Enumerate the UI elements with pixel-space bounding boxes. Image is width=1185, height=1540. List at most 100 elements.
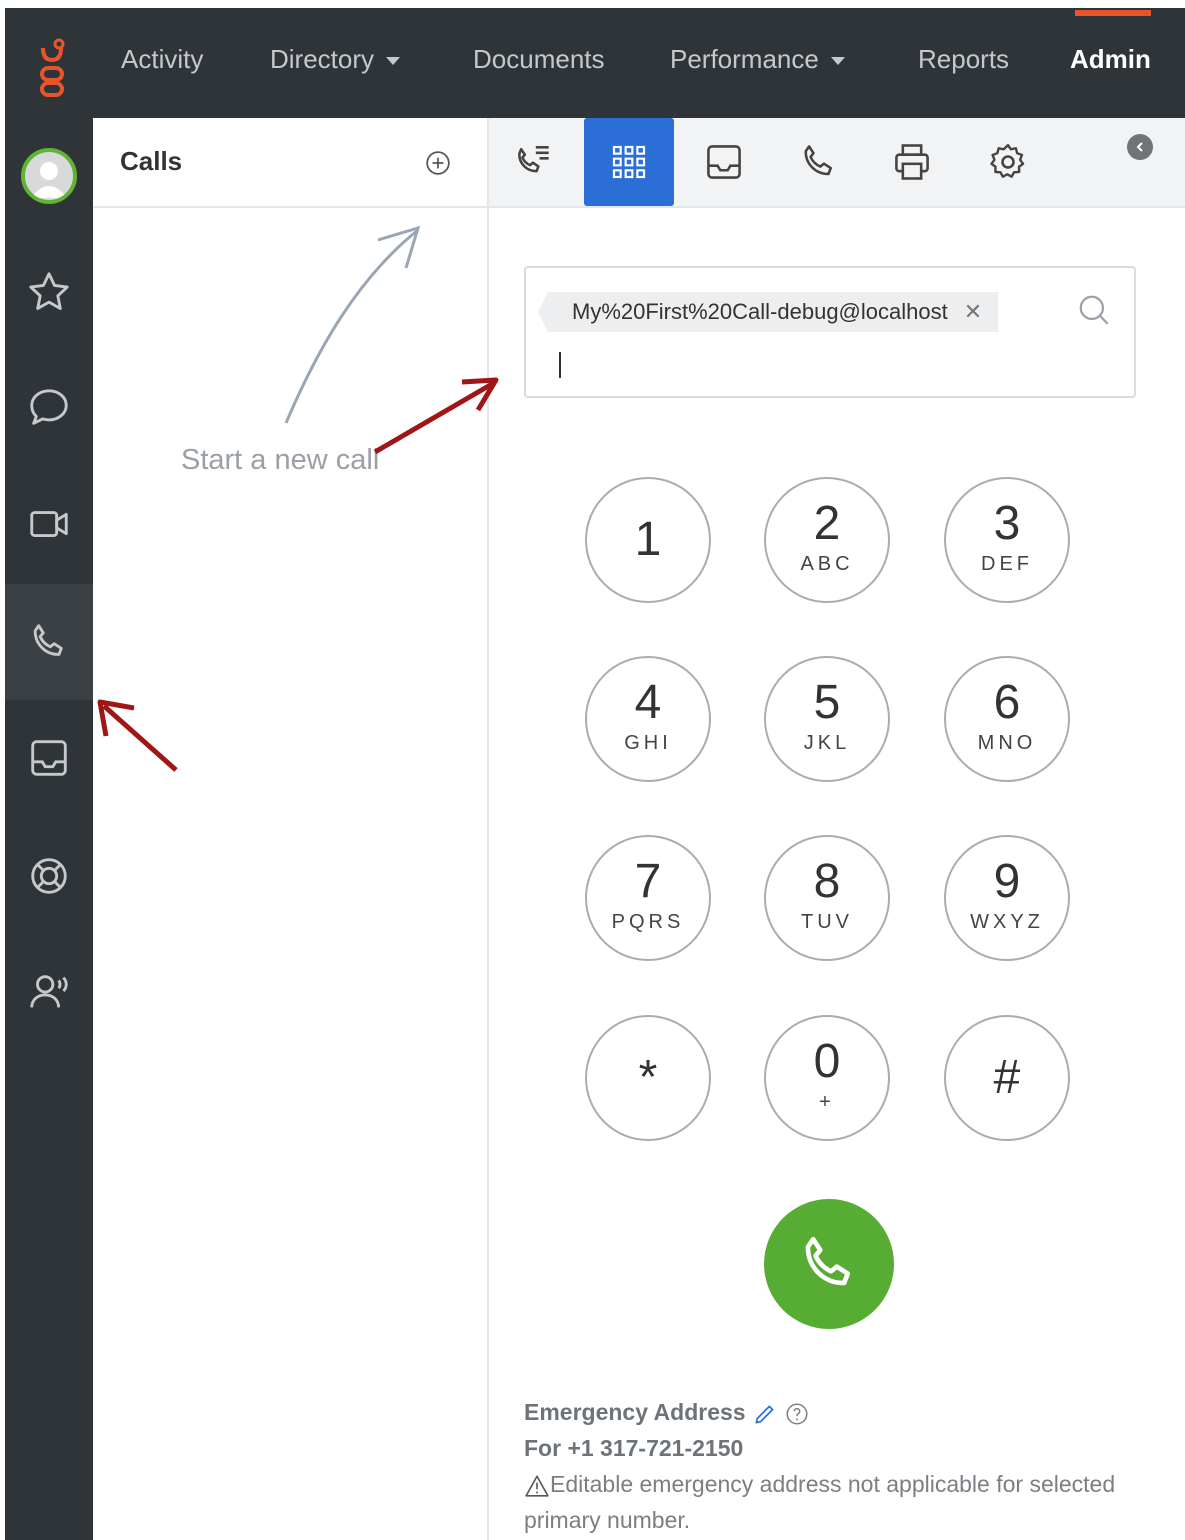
hint-arrow-graphic	[284, 225, 421, 424]
emergency-address-title: Emergency Address	[524, 1399, 746, 1425]
calls-button[interactable]	[5, 584, 93, 700]
dialpad-key[interactable]: 7 PQRS	[585, 835, 711, 961]
chevron-down-icon	[386, 57, 401, 66]
dialer-panel: My%20First%20Call-debug@localhost ✕ 1 2 AB…	[489, 118, 1185, 1540]
queue-activation-button[interactable]	[5, 934, 93, 1050]
dialpad-key-digit: 3	[993, 497, 1021, 550]
dialpad-key-letters: ABC	[800, 553, 854, 575]
dialpad-key[interactable]: 9 WXYZ	[944, 835, 1070, 961]
support-icon	[31, 858, 67, 894]
settings-button[interactable]	[963, 118, 1053, 206]
dialpad-key[interactable]: #	[944, 1015, 1070, 1141]
dialpad-key[interactable]: 5 JKL	[764, 656, 890, 782]
dialpad-icon	[612, 145, 646, 179]
dialpad-key-letters: PQRS	[611, 911, 685, 933]
search-icon[interactable]	[1076, 292, 1114, 330]
remove-chip-icon[interactable]: ✕	[964, 299, 982, 325]
voicemail-icon	[707, 145, 741, 179]
dialpad-key-digit: 9	[993, 855, 1021, 908]
nav-performance[interactable]: Performance	[670, 44, 845, 75]
left-sidebar	[5, 118, 93, 1540]
dialpad-key-letters: TUV	[801, 911, 853, 933]
dialpad-key-letters: GHI	[624, 732, 672, 754]
favorites-button[interactable]	[5, 234, 93, 350]
printer-icon	[895, 144, 929, 180]
dialpad-key-digit: *	[638, 1051, 658, 1104]
nav-directory[interactable]: Directory	[270, 44, 401, 75]
gear-icon	[990, 143, 1025, 178]
inbox-icon	[31, 740, 67, 776]
dialpad-key[interactable]: 6 MNO	[944, 656, 1070, 782]
user-icon	[31, 162, 67, 198]
dialer-toolbar	[489, 118, 1185, 208]
dialpad-key[interactable]: 3 DEF	[944, 477, 1070, 603]
avatar	[21, 148, 77, 204]
dialpad-key-digit: 6	[993, 676, 1021, 729]
inbox-button[interactable]	[5, 700, 93, 816]
video-button[interactable]	[5, 466, 93, 582]
chevron-left-icon	[1136, 142, 1143, 152]
emergency-address-section: Emergency Address For +1 317-721-2150 Ed…	[524, 1394, 1144, 1538]
dialpad-key[interactable]: 1	[585, 477, 711, 603]
nav-activity[interactable]: Activity	[121, 44, 203, 75]
dialpad-key-letters: WXYZ	[970, 911, 1044, 933]
video-icon	[30, 511, 68, 537]
queue-activation-icon	[30, 975, 68, 1008]
recipient-chip-label: My%20First%20Call-debug@localhost	[572, 299, 948, 324]
chat-button[interactable]	[5, 350, 93, 466]
emergency-for-number: For +1 317-721-2150	[524, 1435, 744, 1461]
support-button[interactable]	[5, 818, 93, 934]
dialpad-key-digit: 5	[813, 676, 841, 729]
dialpad-key-letters: JKL	[803, 732, 851, 754]
voicemail-button[interactable]	[679, 118, 769, 206]
recipient-chip[interactable]: My%20First%20Call-debug@localhost ✕	[537, 292, 999, 332]
chevron-down-icon	[830, 57, 845, 66]
dialpad-key-letters: MNO	[977, 732, 1037, 754]
chat-icon	[30, 389, 68, 425]
help-icon[interactable]	[784, 1401, 810, 1427]
nav-directory-label: Directory	[270, 44, 375, 74]
fax-button[interactable]	[867, 118, 957, 206]
calls-header: Calls	[93, 118, 487, 208]
nav-reports[interactable]: Reports	[918, 44, 1009, 75]
add-circle-icon[interactable]	[425, 150, 451, 176]
phone-icon	[804, 145, 833, 176]
dialpad-key-digit: #	[993, 1051, 1021, 1104]
collapse-button[interactable]	[1127, 134, 1153, 160]
dialpad-key-letters: +	[819, 1091, 835, 1113]
dialpad-key[interactable]: 2 ABC	[764, 477, 890, 603]
dial-input-field[interactable]: My%20First%20Call-debug@localhost ✕	[524, 266, 1136, 398]
user-avatar-button[interactable]	[5, 118, 93, 234]
call-list-icon	[518, 146, 549, 173]
dialpad-button[interactable]	[584, 118, 674, 206]
edit-pencil-icon[interactable]	[752, 1401, 778, 1427]
dialpad-key-digit: 1	[634, 513, 662, 566]
nav-documents[interactable]: Documents	[473, 44, 605, 75]
start-new-call-hint: Start a new call	[181, 444, 380, 476]
nav-admin[interactable]: Admin	[1070, 44, 1151, 75]
warning-icon	[525, 1475, 549, 1497]
dialpad-key-digit: 7	[634, 855, 662, 908]
dialpad-key-digit: 4	[634, 676, 662, 729]
call-list-button[interactable]	[489, 118, 579, 206]
dialpad-key-digit: 0	[813, 1035, 841, 1088]
star-icon	[29, 272, 69, 310]
text-cursor	[559, 352, 561, 378]
phone-button[interactable]	[774, 118, 864, 206]
place-call-button[interactable]	[764, 1199, 894, 1329]
dialpad-key-letters: DEF	[981, 553, 1033, 575]
dialpad-key[interactable]: 4 GHI	[585, 656, 711, 782]
dialpad-key[interactable]: *	[585, 1015, 711, 1141]
nav-performance-label: Performance	[670, 44, 819, 74]
dialpad-key-digit: 8	[813, 855, 841, 908]
active-tab-indicator	[1075, 10, 1151, 16]
dialpad-key-digit: 2	[813, 497, 841, 550]
phone-icon	[33, 624, 63, 656]
dialpad-key[interactable]: 8 TUV	[764, 835, 890, 961]
dialpad-key[interactable]: 0 +	[764, 1015, 890, 1141]
phone-icon	[805, 1236, 850, 1286]
calls-panel: Calls Start a new call	[93, 118, 489, 1540]
emergency-warning: Editable emergency address not applicabl…	[524, 1471, 1116, 1533]
calls-title: Calls	[120, 146, 183, 176]
genesys-logo[interactable]	[37, 38, 67, 98]
